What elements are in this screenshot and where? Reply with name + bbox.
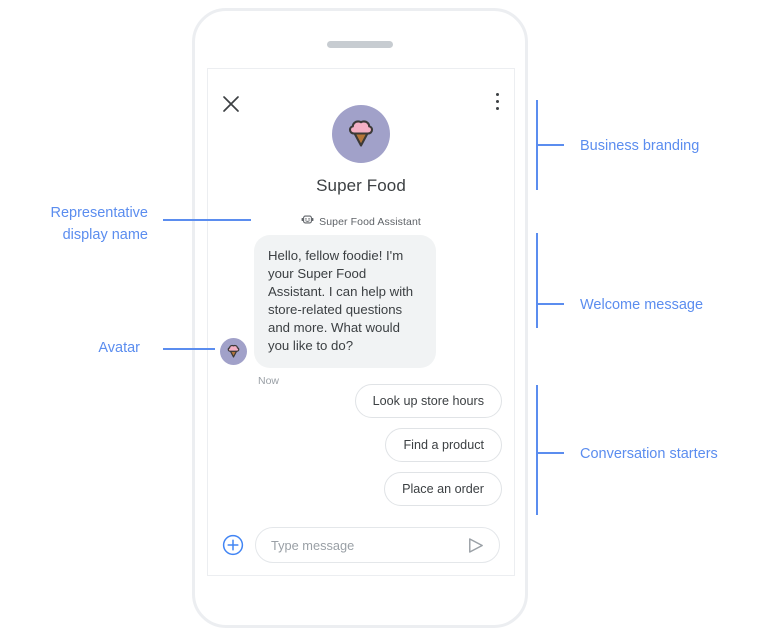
annotation-label-conversation-starters: Conversation starters <box>580 446 718 462</box>
phone-speaker-icon <box>327 41 393 48</box>
message-input-wrap[interactable] <box>255 527 500 563</box>
annotation-bracket-conversation-starters <box>536 385 538 515</box>
annotation-leader-conversation-starters <box>536 452 564 454</box>
welcome-message-row: Hello, fellow foodie! I'm your Super Foo… <box>220 235 504 387</box>
welcome-message-bubble: Hello, fellow foodie! I'm your Super Foo… <box>254 235 436 368</box>
annotation-bracket-welcome-message <box>536 233 538 328</box>
annotation-label-business-branding: Business branding <box>580 138 700 154</box>
representative-row: Super Food Assistant <box>208 213 514 231</box>
annotation-label-representative-display-name: Representative display name <box>0 202 148 246</box>
annotation-label-line1: Representative <box>50 205 148 221</box>
ice-cream-logo-icon <box>332 105 390 163</box>
ice-cream-avatar-icon <box>220 338 247 365</box>
annotation-label-avatar: Avatar <box>0 337 140 359</box>
message-composer <box>208 527 514 563</box>
plus-circle-icon[interactable] <box>222 534 244 556</box>
bot-face-icon <box>301 213 314 231</box>
menu-dot <box>496 99 500 104</box>
annotation-leader-representative-display-name <box>163 219 251 221</box>
chat-card: Super Food Super Food Assistant Hello, f… <box>207 68 515 576</box>
menu-dot <box>496 93 500 97</box>
message-input[interactable] <box>271 537 465 553</box>
conversation-starter-chip[interactable]: Find a product <box>385 428 502 462</box>
message-bubble-column: Hello, fellow foodie! I'm your Super Foo… <box>254 235 504 387</box>
annotation-leader-business-branding <box>536 144 564 146</box>
annotation-label-welcome-message: Welcome message <box>580 297 704 313</box>
business-branding: Super Food <box>208 105 514 196</box>
representative-display-name: Super Food Assistant <box>319 216 421 228</box>
send-icon[interactable] <box>465 535 486 555</box>
annotation-label-line2: display name <box>62 227 148 243</box>
conversation-starters: Look up store hours Find a product Place… <box>354 384 502 506</box>
conversation-starter-chip[interactable]: Look up store hours <box>354 384 502 418</box>
annotation-leader-welcome-message <box>536 303 564 305</box>
business-name: Super Food <box>316 176 406 195</box>
annotation-label-line1: Avatar <box>98 340 140 356</box>
conversation-starter-chip[interactable]: Place an order <box>384 472 502 506</box>
annotation-leader-avatar <box>163 348 215 350</box>
